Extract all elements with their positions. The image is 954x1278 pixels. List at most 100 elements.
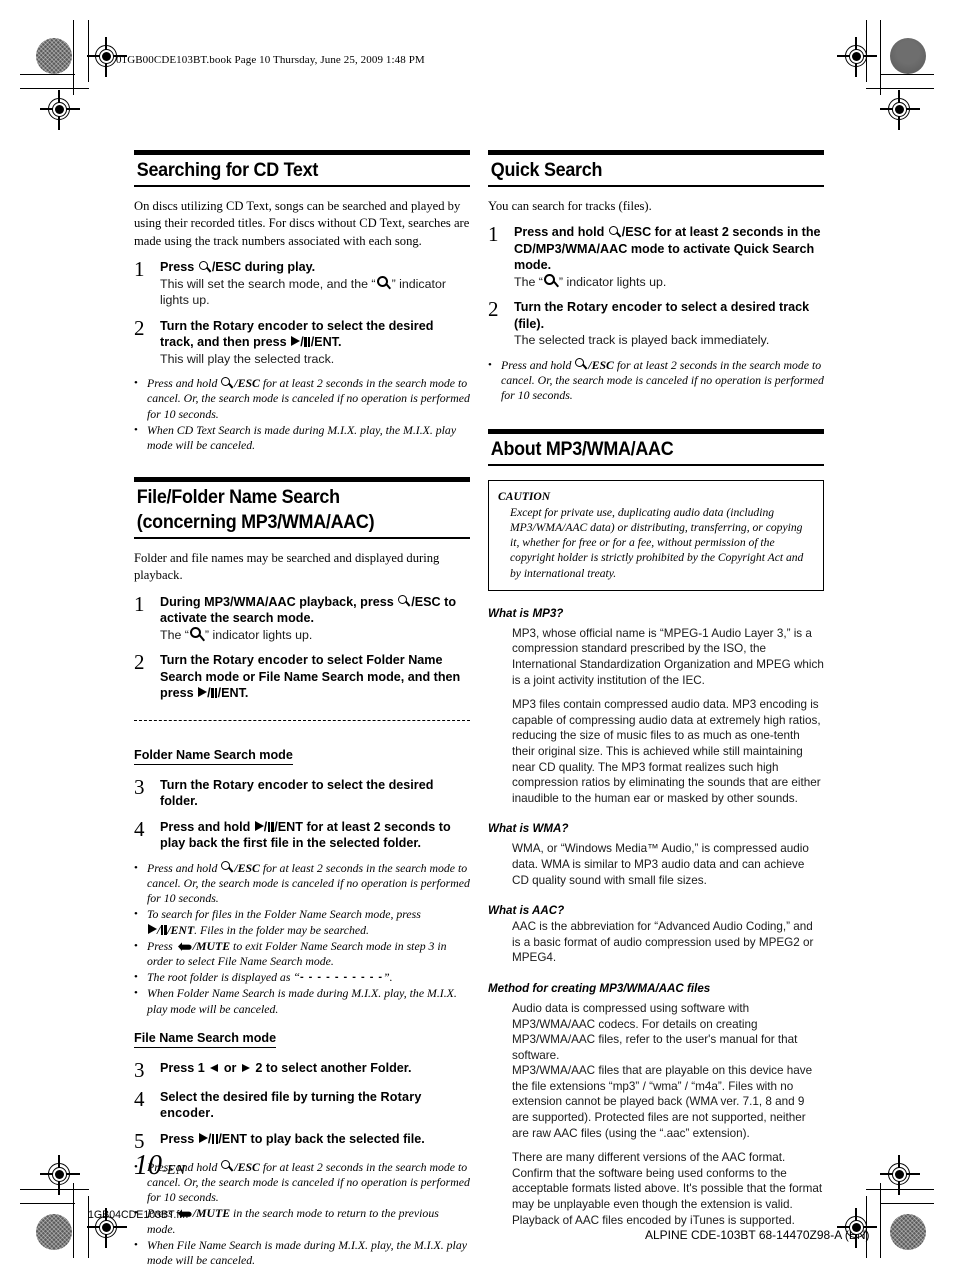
step-text: Turn the xyxy=(160,318,213,333)
step-detail: The “ ” indicator lights up. xyxy=(514,273,824,291)
note-text: When CD Text Search is made during M.I.X… xyxy=(147,422,457,452)
print-color-patch xyxy=(36,1214,72,1250)
step-instruction: During MP3/WMA/AAC playback, press /ESC … xyxy=(160,594,470,627)
pause-icon xyxy=(211,1133,218,1144)
section-title: File/Folder Name Search (concerning MP3/… xyxy=(136,486,375,534)
registration-mark xyxy=(880,90,920,130)
faq-answer: Audio data is compressed using software … xyxy=(512,1001,813,1140)
section-intro: On discs utilizing CD Text, songs can be… xyxy=(134,198,470,248)
search-icon xyxy=(221,861,234,874)
search-icon xyxy=(221,376,234,390)
step-text: ” indicator lights up. xyxy=(204,627,313,642)
right-arrow-icon xyxy=(241,1063,250,1072)
registration-mark xyxy=(40,1155,80,1195)
step-number: 1 xyxy=(488,222,499,247)
note-item: • Press /MUTE to exit Folder Name Search… xyxy=(134,939,470,969)
bullet-icon: • xyxy=(134,971,138,984)
step-detail: The selected track is played back immedi… xyxy=(514,333,770,348)
caution-title: CAUTION xyxy=(498,489,551,503)
section-quick-search: Quick Search xyxy=(488,150,824,187)
note-fragment: /ENT xyxy=(167,922,195,937)
faq-answer: AAC is the abbreviation for “Advanced Au… xyxy=(512,920,814,965)
step-number: 2 xyxy=(134,315,145,340)
notes-list: • Press and hold /ESC for at least 2 sec… xyxy=(134,861,470,1017)
step-text: Press xyxy=(160,1131,198,1146)
left-arrow-icon xyxy=(210,1063,219,1072)
root-folder-dashes: - - - - - - - - - - xyxy=(299,971,384,984)
search-icon xyxy=(376,275,392,291)
faq-what-is-mp3: What is MP3? MP3, whose official name is… xyxy=(488,606,824,807)
faq-question: What is MP3? xyxy=(488,606,564,620)
play-icon xyxy=(198,687,208,698)
note-text: The root folder is displayed as “- - - -… xyxy=(147,970,470,985)
note-text: Press and hold /ESC for at least 2 secon… xyxy=(147,1160,470,1206)
step-detail: The “ ” indicator lights up. xyxy=(160,626,470,644)
step-number: 1 xyxy=(134,257,145,282)
faq-answer: There are many different versions of the… xyxy=(512,1151,823,1227)
note-fragment: /ESC xyxy=(234,860,260,875)
search-icon xyxy=(398,595,411,608)
step-text: /ENT xyxy=(218,1131,247,1146)
return-mute-icon xyxy=(177,941,192,952)
play-icon xyxy=(291,336,301,347)
note-item: • When Folder Name Search is made during… xyxy=(134,986,470,1016)
faq-answer: MP3 files contain compressed audio data.… xyxy=(512,698,821,805)
note-fragment: . Files in the folder may be searched. xyxy=(194,922,369,937)
step-number: 4 xyxy=(134,1086,145,1111)
note-text: Press and hold /ESC for at least 2 secon… xyxy=(147,376,470,422)
section-about-mp3-wma-aac: About MP3/WMA/AAC xyxy=(488,429,824,466)
registration-mark xyxy=(87,37,127,77)
note-fragment: /MUTE xyxy=(192,1206,231,1221)
heading-rule-bottom xyxy=(488,185,824,187)
bullet-icon: • xyxy=(134,908,138,921)
step-text: during play. xyxy=(241,260,316,275)
control-name: Rotary encoder xyxy=(212,653,309,668)
note-fragment: Press and hold xyxy=(147,376,221,391)
search-icon xyxy=(608,225,622,239)
registration-mark xyxy=(837,37,877,77)
step-text: to play back the selected file. xyxy=(247,1131,425,1146)
note-fragment: To search for files in the Folder Name S… xyxy=(147,907,421,922)
bullet-icon: • xyxy=(134,939,138,952)
step-instruction: Press /ESC during play. xyxy=(160,259,470,276)
note-fragment: /ESC xyxy=(234,1159,260,1174)
step-text: Press xyxy=(160,260,198,275)
step-instruction: Select the desired file by turning the R… xyxy=(160,1089,470,1122)
section-title: About MP3/WMA/AAC xyxy=(490,438,674,461)
note-fragment: ”. xyxy=(383,970,393,985)
step-text: 2 to select another Folder. xyxy=(251,1060,412,1075)
step-text: /ESC xyxy=(621,225,652,240)
step-item: 3 Press 1 or 2 to select another Folder. xyxy=(134,1057,470,1082)
print-color-patch xyxy=(890,38,926,74)
step-instruction: Turn the Rotary encoder to select Folder… xyxy=(160,652,470,702)
faq-what-is-aac: What is AAC? AAC is the abbreviation for… xyxy=(488,903,824,966)
section-file-folder-name-search: File/Folder Name Search (concerning MP3/… xyxy=(134,477,470,539)
step-number: 3 xyxy=(134,774,145,799)
note-fragment: Press xyxy=(147,938,176,953)
bullet-icon: • xyxy=(134,377,138,390)
step-item: 1 During MP3/WMA/AAC playback, press /ES… xyxy=(134,593,470,644)
play-icon xyxy=(198,1132,208,1143)
faq-answer: MP3, whose official name is “MPEG-1 Audi… xyxy=(512,626,824,687)
step-number: 3 xyxy=(134,1057,145,1082)
faq-method-for-creating-files: Method for creating MP3/WMA/AAC files Au… xyxy=(488,981,824,1228)
step-number: 4 xyxy=(134,816,145,841)
left-column: Searching for CD Text On discs utilizing… xyxy=(134,150,470,1269)
step-text: Press and hold xyxy=(160,819,254,834)
play-icon xyxy=(254,820,264,831)
registration-mark xyxy=(40,90,80,130)
step-instruction: Turn the Rotary encoder to select the de… xyxy=(160,318,470,351)
subsection-file-name-search: File Name Search mode xyxy=(134,1030,277,1048)
search-icon xyxy=(575,358,588,371)
step-text: Turn the xyxy=(514,300,567,315)
right-column: Quick Search You can search for tracks (… xyxy=(488,150,824,1228)
search-icon xyxy=(189,626,205,642)
pause-icon xyxy=(304,337,311,348)
step-item: 2 Turn the Rotary encoder to select a de… xyxy=(488,299,824,349)
step-item: 1 Press /ESC during play. This will set … xyxy=(134,259,470,309)
step-text: During MP3/WMA/AAC playback, press xyxy=(160,594,398,609)
note-text: Press and hold /ESC for at least 2 secon… xyxy=(147,861,470,907)
faq-what-is-wma: What is WMA? WMA, or “Windows Media™ Aud… xyxy=(488,821,824,888)
pause-icon xyxy=(160,924,167,935)
step-text: Press 1 xyxy=(160,1060,209,1075)
